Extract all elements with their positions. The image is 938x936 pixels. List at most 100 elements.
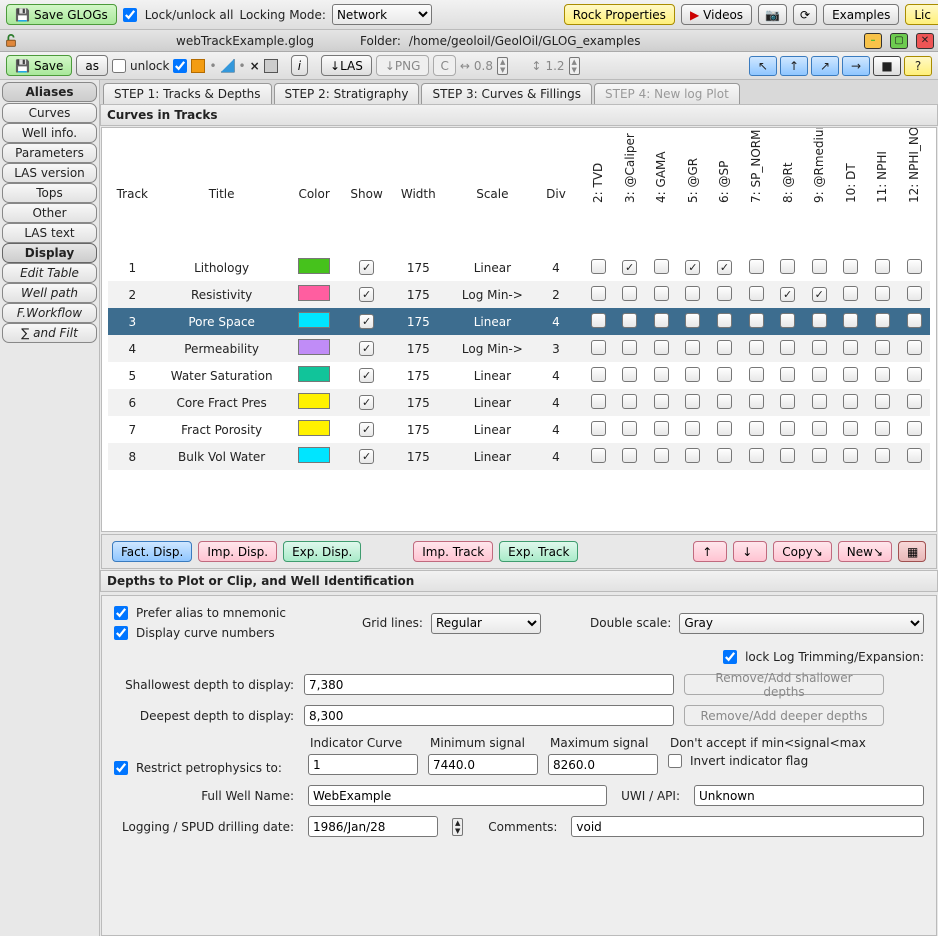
indicator-curve-input[interactable]: [308, 754, 418, 775]
curve-checkbox[interactable]: [591, 259, 606, 274]
curve-checkbox[interactable]: [717, 286, 732, 301]
invert-flag-checkbox[interactable]: [668, 754, 682, 768]
curve-checkbox[interactable]: [843, 421, 858, 436]
show-checkbox[interactable]: [359, 341, 374, 356]
curve-checkbox[interactable]: [622, 394, 637, 409]
curve-checkbox[interactable]: [875, 286, 890, 301]
sidebar-item-las-text[interactable]: LAS text: [2, 223, 97, 243]
curve-checkbox[interactable]: [907, 421, 922, 436]
date-spinner[interactable]: ▲▼: [452, 818, 463, 836]
sidebar-item-f-workflow[interactable]: F.Workflow: [2, 303, 97, 323]
curve-checkbox[interactable]: [622, 448, 637, 463]
license-button[interactable]: Lic: [905, 4, 938, 25]
curve-checkbox[interactable]: [907, 448, 922, 463]
curve-checkbox[interactable]: [749, 394, 764, 409]
curve-checkbox[interactable]: [812, 313, 827, 328]
curve-checkbox[interactable]: [622, 340, 637, 355]
sidebar-header[interactable]: Aliases: [2, 82, 97, 102]
restrict-checkbox[interactable]: [114, 761, 128, 775]
curve-checkbox[interactable]: [843, 313, 858, 328]
sidebar-item-other[interactable]: Other: [2, 203, 97, 223]
remove-add-shallower-button[interactable]: Remove/Add shallower depths: [684, 674, 884, 695]
videos-button[interactable]: ▶ Videos: [681, 4, 752, 25]
lock-trim-checkbox[interactable]: [723, 650, 737, 664]
curve-checkbox[interactable]: [685, 313, 700, 328]
curve-checkbox[interactable]: [812, 259, 827, 274]
new-button[interactable]: New↘: [838, 541, 892, 562]
c-button[interactable]: C: [433, 55, 455, 76]
curve-checkbox[interactable]: [907, 367, 922, 382]
curve-checkbox[interactable]: [654, 421, 669, 436]
curve-checkbox[interactable]: [843, 259, 858, 274]
curve-checkbox[interactable]: [812, 421, 827, 436]
table-row[interactable]: 6Core Fract Pres175Linear4: [108, 389, 930, 416]
exp-disp-button[interactable]: Exp. Disp.: [283, 541, 361, 562]
curve-checkbox[interactable]: [843, 448, 858, 463]
curve-checkbox[interactable]: [780, 421, 795, 436]
curve-checkbox[interactable]: [622, 260, 637, 275]
show-checkbox[interactable]: [359, 422, 374, 437]
curve-checkbox[interactable]: [875, 367, 890, 382]
nav-up-button[interactable]: ↑: [780, 56, 808, 76]
curve-checkbox[interactable]: [654, 313, 669, 328]
deepest-input[interactable]: [304, 705, 674, 726]
curve-checkbox[interactable]: [717, 340, 732, 355]
sidebar-item-well-path[interactable]: Well path: [2, 283, 97, 303]
window-minimize-button[interactable]: –: [864, 33, 882, 49]
table-row[interactable]: 7Fract Porosity175Linear4: [108, 416, 930, 443]
show-checkbox[interactable]: [359, 395, 374, 410]
curve-checkbox[interactable]: [780, 340, 795, 355]
refresh-button[interactable]: ⟳: [793, 4, 817, 25]
curve-checkbox[interactable]: [812, 394, 827, 409]
curve-checkbox[interactable]: [780, 448, 795, 463]
show-checkbox[interactable]: [359, 287, 374, 302]
sidebar-item-edit-table[interactable]: Edit Table: [2, 263, 97, 283]
cell-color[interactable]: [287, 308, 342, 335]
table-row[interactable]: 8Bulk Vol Water175Linear4: [108, 443, 930, 470]
nav-right-button[interactable]: →: [842, 56, 870, 76]
curve-checkbox[interactable]: [685, 260, 700, 275]
curve-checkbox[interactable]: [654, 259, 669, 274]
curve-checkbox[interactable]: [685, 394, 700, 409]
save-as-button[interactable]: as: [76, 55, 108, 76]
examples-button[interactable]: Examples: [823, 4, 899, 25]
width-spinner[interactable]: ▲▼: [497, 57, 508, 75]
uwi-input[interactable]: [694, 785, 924, 806]
curve-checkbox[interactable]: [907, 286, 922, 301]
rock-properties-button[interactable]: Rock Properties: [564, 4, 675, 25]
curve-checkbox[interactable]: [812, 340, 827, 355]
imp-disp-button[interactable]: Imp. Disp.: [198, 541, 277, 562]
curve-checkbox[interactable]: [875, 340, 890, 355]
curve-checkbox[interactable]: [907, 313, 922, 328]
curve-checkbox[interactable]: [654, 340, 669, 355]
cell-color[interactable]: [287, 443, 342, 470]
curve-checkbox[interactable]: [717, 367, 732, 382]
curve-checkbox[interactable]: [749, 313, 764, 328]
table-row[interactable]: 4Permeability175Log Min->3: [108, 335, 930, 362]
export-png-button[interactable]: ↓PNG: [376, 55, 430, 76]
grid-lines-select[interactable]: Regular: [431, 613, 541, 634]
curve-checkbox[interactable]: [717, 421, 732, 436]
curve-checkbox[interactable]: [875, 421, 890, 436]
move-down-button[interactable]: ↓: [733, 541, 767, 562]
nav-upright-button[interactable]: ↗: [811, 56, 839, 76]
double-scale-select[interactable]: Gray: [679, 613, 924, 634]
curve-checkbox[interactable]: [654, 367, 669, 382]
sidebar-item-parameters[interactable]: Parameters: [2, 143, 97, 163]
curve-checkbox[interactable]: [875, 448, 890, 463]
cell-color[interactable]: [287, 362, 342, 389]
cell-color[interactable]: [287, 389, 342, 416]
cell-color[interactable]: [287, 281, 342, 308]
curve-checkbox[interactable]: [907, 340, 922, 355]
table-row[interactable]: 5Water Saturation175Linear4: [108, 362, 930, 389]
curve-checkbox[interactable]: [685, 448, 700, 463]
curve-checkbox[interactable]: [591, 313, 606, 328]
curve-checkbox[interactable]: [654, 286, 669, 301]
curve-checkbox[interactable]: [749, 286, 764, 301]
unlock-checkbox[interactable]: [112, 59, 126, 73]
curve-checkbox[interactable]: [717, 260, 732, 275]
camera-button[interactable]: 📷: [758, 4, 787, 25]
remove-add-deeper-button[interactable]: Remove/Add deeper depths: [684, 705, 884, 726]
show-checkbox[interactable]: [359, 314, 374, 329]
sidebar-item-curves[interactable]: Curves: [2, 103, 97, 123]
